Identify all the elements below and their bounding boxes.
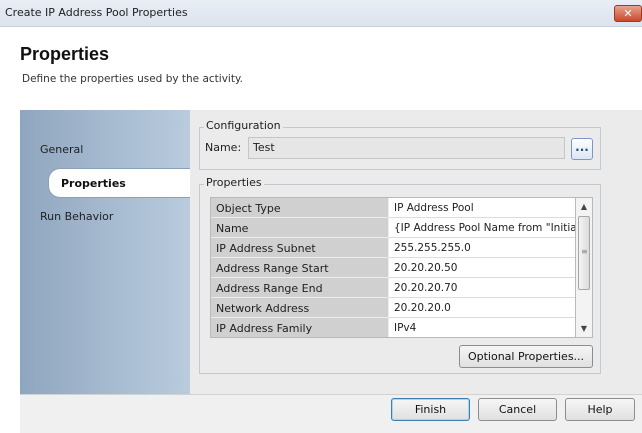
property-name-cell: IP Address Family: [211, 318, 389, 337]
table-row[interactable]: Name {IP Address Pool Name from "Initial…: [211, 218, 576, 238]
cancel-button[interactable]: Cancel: [478, 398, 557, 421]
configuration-group-label: Configuration: [204, 119, 283, 132]
table-row[interactable]: Object Type IP Address Pool: [211, 198, 575, 218]
property-value: 20.20.20.50: [394, 262, 458, 274]
property-name-cell: Object Type: [211, 198, 389, 218]
close-button[interactable]: ✕: [614, 5, 642, 22]
property-value-cell[interactable]: 20.20.20.70: [389, 278, 575, 298]
property-name-cell: Address Range Start: [211, 258, 389, 278]
property-name: IP Address Family: [216, 322, 313, 335]
property-value-cell[interactable]: {IP Address Pool Name from "Initializ: [389, 218, 576, 238]
grip-icon: ≡: [581, 247, 588, 256]
sidebar-item-properties[interactable]: Properties: [48, 168, 193, 198]
property-name: IP Address Subnet: [216, 242, 316, 255]
property-value-cell[interactable]: 255.255.255.0: [389, 238, 575, 258]
properties-table: Object Type IP Address Pool Name {IP Add…: [210, 197, 576, 338]
property-name: Name: [216, 222, 249, 235]
property-name-cell: IP Address Subnet: [211, 238, 389, 258]
property-value: IPv4: [394, 322, 417, 334]
help-button[interactable]: Help: [565, 398, 635, 421]
page-title: Properties: [20, 44, 110, 64]
table-row[interactable]: Address Range End 20.20.20.70: [211, 278, 575, 298]
property-value: IP Address Pool: [394, 202, 474, 214]
dialog-header: Properties Define the properties used by…: [0, 27, 642, 110]
property-value: {IP Address Pool Name from "Initializ: [394, 222, 576, 234]
table-row[interactable]: IP Address Family IPv4: [211, 318, 575, 337]
property-value-cell[interactable]: IP Address Pool: [389, 198, 575, 218]
scrollbar-thumb[interactable]: ≡: [578, 216, 590, 290]
property-name-cell: Network Address: [211, 298, 389, 318]
name-field[interactable]: Test: [248, 137, 565, 159]
property-name-cell: Name: [211, 218, 389, 238]
property-value: 20.20.20.0: [394, 302, 451, 314]
scroll-down-icon[interactable]: ▼: [576, 321, 592, 337]
property-value: 255.255.255.0: [394, 242, 471, 254]
property-value: 20.20.20.70: [394, 282, 458, 294]
sidebar-item-label: Properties: [61, 177, 126, 190]
property-value-cell[interactable]: IPv4: [389, 318, 575, 337]
browse-button[interactable]: ...: [571, 138, 593, 160]
finish-button[interactable]: Finish: [391, 398, 470, 421]
title-bar: Create IP Address Pool Properties ✕: [0, 0, 642, 27]
page-subtitle: Define the properties used by the activi…: [22, 73, 244, 85]
sidebar-item-run-behavior[interactable]: Run Behavior: [40, 210, 113, 223]
properties-group-label: Properties: [204, 176, 264, 189]
optional-properties-button[interactable]: Optional Properties...: [459, 345, 593, 368]
property-name: Address Range Start: [216, 262, 329, 275]
window-title: Create IP Address Pool Properties: [5, 6, 188, 19]
property-name: Address Range End: [216, 282, 323, 295]
table-row[interactable]: IP Address Subnet 255.255.255.0: [211, 238, 575, 258]
name-value: Test: [253, 141, 275, 154]
table-row[interactable]: Address Range Start 20.20.20.50: [211, 258, 575, 278]
sidebar-item-general[interactable]: General: [40, 143, 83, 156]
properties-scrollbar[interactable]: ▲ ≡ ▼: [576, 197, 593, 338]
table-row[interactable]: Network Address 20.20.20.0: [211, 298, 575, 318]
property-name-cell: Address Range End: [211, 278, 389, 298]
property-value-cell[interactable]: 20.20.20.50: [389, 258, 575, 278]
name-label: Name:: [205, 141, 242, 154]
scroll-up-icon[interactable]: ▲: [576, 199, 592, 215]
property-name: Network Address: [216, 302, 310, 315]
property-name: Object Type: [216, 202, 281, 215]
property-value-cell[interactable]: 20.20.20.0: [389, 298, 575, 318]
